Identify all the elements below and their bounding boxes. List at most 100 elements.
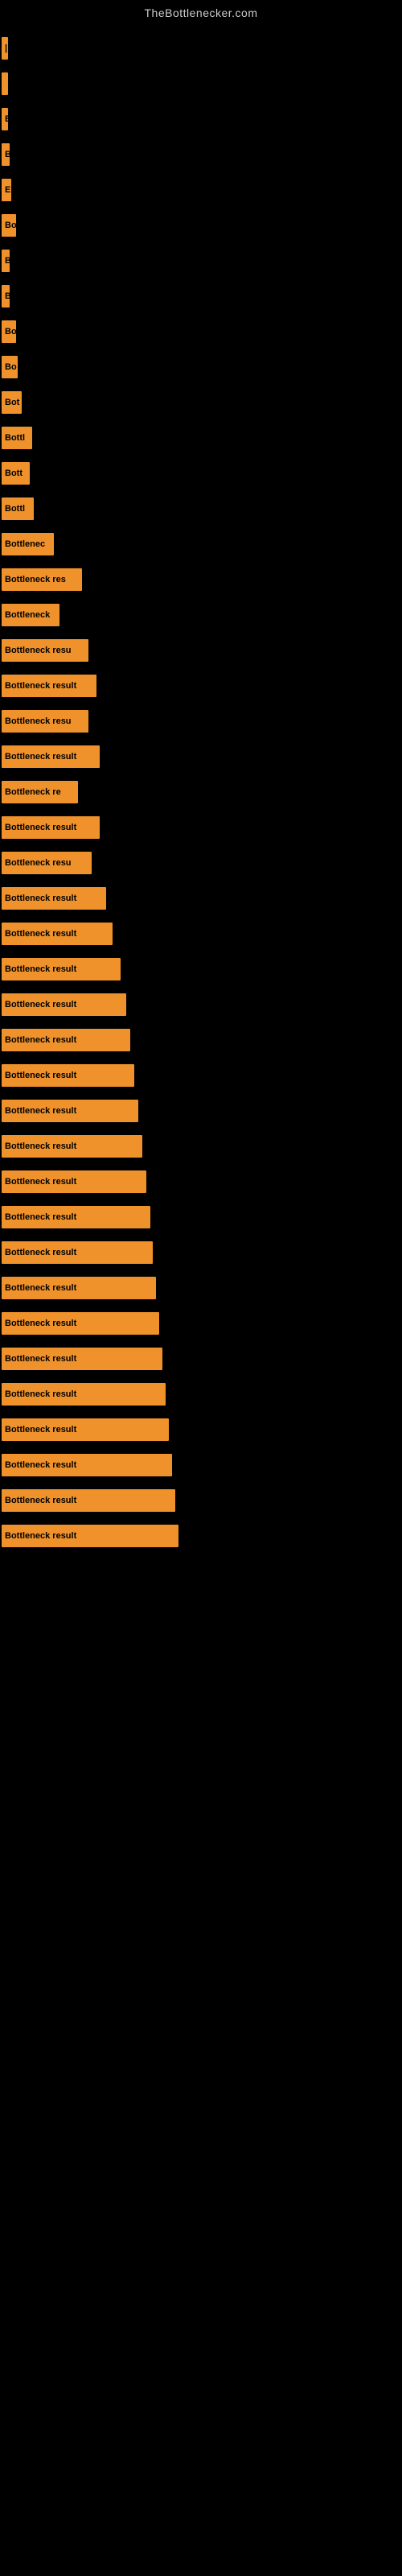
bar-item: Bottl bbox=[2, 427, 32, 449]
bar-item: Bottleneck bbox=[2, 604, 59, 626]
bar-label: Bottleneck result bbox=[5, 1496, 76, 1505]
bar-item: B bbox=[2, 143, 10, 166]
bar-item: Bo bbox=[2, 320, 16, 343]
bar-row: Bottleneck result bbox=[0, 1447, 402, 1483]
bar-label: Bott bbox=[5, 469, 23, 478]
bar-item: Bottleneck result bbox=[2, 993, 126, 1016]
bar-row: Bottleneck result bbox=[0, 1199, 402, 1235]
bar-row: Bottleneck result bbox=[0, 739, 402, 774]
bar-label: Bottleneck result bbox=[5, 1106, 76, 1116]
bar-row: Bottleneck result bbox=[0, 1341, 402, 1377]
bar-row: Bottleneck bbox=[0, 597, 402, 633]
bar-item: Bottleneck result bbox=[2, 887, 106, 910]
bar-item: Bottleneck result bbox=[2, 1135, 142, 1158]
bar-row: Bottleneck resu bbox=[0, 704, 402, 739]
bar-row: Bo bbox=[0, 314, 402, 349]
bar-label: Bo bbox=[5, 327, 16, 336]
bar-item: Bottleneck result bbox=[2, 1383, 166, 1406]
bar-row: Bottleneck result bbox=[0, 1518, 402, 1554]
bar-row bbox=[0, 66, 402, 101]
bar-item: Bottleneck result bbox=[2, 1206, 150, 1228]
bar-label: Bottleneck result bbox=[5, 1248, 76, 1257]
bar-item: Bottleneck result bbox=[2, 1348, 162, 1370]
bar-label: Bottleneck result bbox=[5, 1319, 76, 1328]
bar-row: Bo bbox=[0, 349, 402, 385]
bar-row: Bottleneck result bbox=[0, 881, 402, 916]
bar-label: Bottleneck result bbox=[5, 1354, 76, 1364]
bar-row: Bottleneck result bbox=[0, 668, 402, 704]
bar-item: Bottleneck resu bbox=[2, 710, 88, 733]
bar-row: Bottleneck result bbox=[0, 952, 402, 987]
bar-label: Bottleneck result bbox=[5, 1389, 76, 1399]
bar-item: Bottleneck result bbox=[2, 675, 96, 697]
bar-label: Bottleneck result bbox=[5, 823, 76, 832]
bar-row: Bottleneck result bbox=[0, 987, 402, 1022]
bar-item: Bottleneck result bbox=[2, 1418, 169, 1441]
bar-label: Bottleneck result bbox=[5, 1177, 76, 1187]
bar-row: Bottleneck result bbox=[0, 1129, 402, 1164]
bar-row: Bottleneck re bbox=[0, 774, 402, 810]
bar-label: B bbox=[5, 150, 10, 159]
bar-row: Bottleneck result bbox=[0, 1377, 402, 1412]
bar-row: Bottleneck resu bbox=[0, 845, 402, 881]
bar-item: Bottlenec bbox=[2, 533, 54, 555]
bar-item: Bottleneck result bbox=[2, 1029, 130, 1051]
bar-item: Bottleneck result bbox=[2, 1525, 178, 1547]
bar-row: Bottleneck result bbox=[0, 1058, 402, 1093]
bars-container: | E B E Bo B B Bo Bo Bot Bottl Bott Bottl Bottlenec Bo… bbox=[0, 23, 402, 1554]
bar-item: Bottleneck resu bbox=[2, 639, 88, 662]
bar-item: Bottleneck res bbox=[2, 568, 82, 591]
bar-item: Bottleneck result bbox=[2, 923, 113, 945]
bar-label: Bottleneck res bbox=[5, 575, 66, 584]
bar-item: Bott bbox=[2, 462, 30, 485]
bar-row: E bbox=[0, 101, 402, 137]
bar-label: E bbox=[5, 114, 8, 124]
bar-label: Bottleneck result bbox=[5, 1460, 76, 1470]
bar-item: Bottleneck result bbox=[2, 816, 100, 839]
bar-row: Bottleneck result bbox=[0, 1270, 402, 1306]
bar-label: Bottleneck result bbox=[5, 1425, 76, 1435]
bar-label: Bo bbox=[5, 221, 16, 230]
bar-row: Bottleneck result bbox=[0, 1164, 402, 1199]
bar-row: Bottleneck result bbox=[0, 1412, 402, 1447]
bar-item: Bot bbox=[2, 391, 22, 414]
bar-row: Bott bbox=[0, 456, 402, 491]
bar-row: Bottl bbox=[0, 420, 402, 456]
bar-item: Bottleneck result bbox=[2, 1064, 134, 1087]
bar-row: Bottleneck res bbox=[0, 562, 402, 597]
bar-label: Bottleneck resu bbox=[5, 646, 72, 655]
bar-item: Bottleneck result bbox=[2, 958, 121, 980]
bar-row: Bottleneck result bbox=[0, 1483, 402, 1518]
bar-label: Bottl bbox=[5, 433, 25, 443]
bar-label: Bottleneck result bbox=[5, 681, 76, 691]
bar-row: Bottleneck resu bbox=[0, 633, 402, 668]
bar-label: B bbox=[5, 256, 10, 266]
bar-label: Bottleneck bbox=[5, 610, 50, 620]
bar-item: | bbox=[2, 37, 8, 60]
bar-row: Bottlenec bbox=[0, 526, 402, 562]
bar-label: Bottleneck result bbox=[5, 752, 76, 762]
bar-label: Bottl bbox=[5, 504, 25, 514]
bar-item: B bbox=[2, 285, 10, 308]
bar-label: E bbox=[5, 185, 10, 195]
bar-label: Bottleneck result bbox=[5, 964, 76, 974]
bar-label: Bot bbox=[5, 398, 19, 407]
bar-item: Bottl bbox=[2, 497, 34, 520]
bar-label: Bottleneck result bbox=[5, 1035, 76, 1045]
bar-item: Bottleneck result bbox=[2, 1241, 153, 1264]
bar-label: Bottleneck result bbox=[5, 929, 76, 939]
bar-row: Bottleneck result bbox=[0, 1022, 402, 1058]
bar-item: Bottleneck result bbox=[2, 1489, 175, 1512]
bar-label: Bottleneck resu bbox=[5, 716, 72, 726]
bar-label: B bbox=[5, 291, 10, 301]
bar-item: Bottleneck result bbox=[2, 1170, 146, 1193]
bar-row: B bbox=[0, 243, 402, 279]
bar-row: | bbox=[0, 31, 402, 66]
bar-item: E bbox=[2, 179, 11, 201]
bar-item: B bbox=[2, 250, 10, 272]
bar-item: E bbox=[2, 108, 8, 130]
bar-label: Bottleneck re bbox=[5, 787, 61, 797]
bar-item: Bottleneck result bbox=[2, 1277, 156, 1299]
bar-row: Bottleneck result bbox=[0, 810, 402, 845]
bar-row: Bot bbox=[0, 385, 402, 420]
